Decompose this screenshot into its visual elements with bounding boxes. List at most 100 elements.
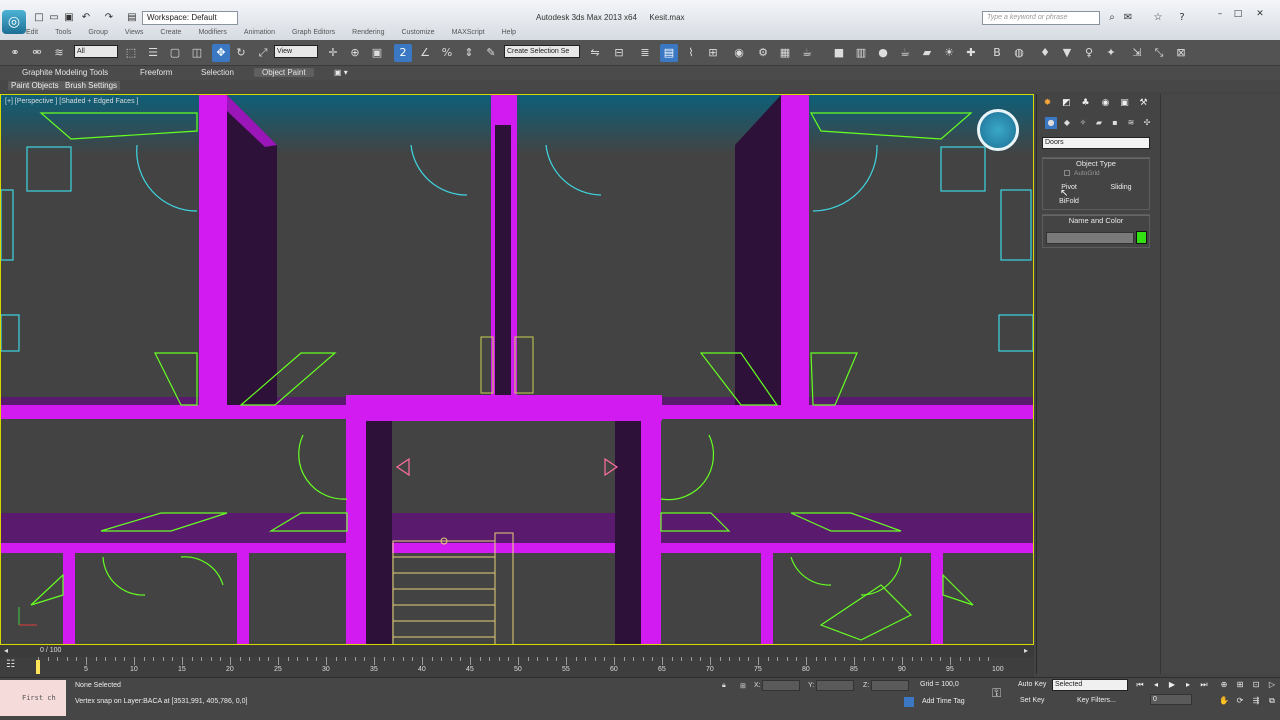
percent-snap-icon[interactable]: % xyxy=(438,44,456,62)
app-logo-icon[interactable]: ◎ xyxy=(2,10,26,34)
wand-icon[interactable]: ✦ xyxy=(1102,44,1120,62)
bifold-door-button[interactable]: BiFold xyxy=(1046,196,1092,207)
pivot-center-icon[interactable]: ⊕ xyxy=(346,44,364,62)
search-icon[interactable]: ⌕ xyxy=(1106,12,1118,24)
time-tag-icon[interactable] xyxy=(904,697,914,707)
render-layers-icon[interactable]: ◍ xyxy=(1010,44,1028,62)
ribbon-options-icon[interactable]: ▣ ▾ xyxy=(334,68,348,77)
orbit-icon[interactable]: ⟳ xyxy=(1234,695,1246,707)
menu-item-modifiers[interactable]: Modifiers xyxy=(198,29,226,36)
bind-spacewarp-icon[interactable]: ≋ xyxy=(50,44,68,62)
menu-item-maxscript[interactable]: MAXScript xyxy=(452,29,485,36)
goto-start-icon[interactable]: ⏮ xyxy=(1134,679,1146,691)
play-icon[interactable]: ▶ xyxy=(1166,679,1178,691)
sphere-icon[interactable]: ● xyxy=(874,44,892,62)
maximize-icon[interactable]: □ xyxy=(1230,8,1246,20)
motion-tab-icon[interactable]: ◉ xyxy=(1099,97,1112,110)
menu-item-help[interactable]: Help xyxy=(502,29,516,36)
rendered-frame-icon[interactable]: ▦ xyxy=(776,44,794,62)
menu-item-group[interactable]: Group xyxy=(88,29,107,36)
menu-item-animation[interactable]: Animation xyxy=(244,29,275,36)
window-crossing-icon[interactable]: ◫ xyxy=(188,44,206,62)
menu-item-graph-editors[interactable]: Graph Editors xyxy=(292,29,335,36)
time-slider[interactable]: ◂ 0 / 100 ▸ xyxy=(0,645,1034,657)
set-key-button[interactable]: Set Key xyxy=(1020,697,1045,704)
menu-item-tools[interactable]: Tools xyxy=(55,29,71,36)
redo-icon[interactable]: ↷ xyxy=(103,12,115,24)
key-mode-select[interactable]: Selected xyxy=(1052,679,1128,691)
cameras-icon[interactable]: ▰ xyxy=(1093,117,1105,129)
maximize-viewport-icon[interactable]: ⊠ xyxy=(1172,44,1190,62)
modify-tab-icon[interactable]: ◩ xyxy=(1060,97,1073,110)
new-file-icon[interactable]: □ xyxy=(33,12,45,24)
object-color-swatch[interactable] xyxy=(1136,231,1147,244)
key-icon[interactable]: ⚿ xyxy=(992,686,1001,701)
graphite-toggle-icon[interactable]: ▤ xyxy=(660,44,678,62)
tab-freeform[interactable]: Freeform xyxy=(140,68,172,77)
help-icon[interactable]: ? xyxy=(1176,12,1188,24)
open-file-icon[interactable]: ▭ xyxy=(48,12,60,24)
mini-curve-editor-icon[interactable]: ☷ xyxy=(6,659,15,670)
next-frame-icon[interactable]: ▸ xyxy=(1182,679,1194,691)
x-coordinate-field[interactable] xyxy=(762,680,800,691)
camera-icon[interactable]: ▰ xyxy=(918,44,936,62)
spinner-snap-icon[interactable]: ⇕ xyxy=(460,44,478,62)
paint-objects-button[interactable]: Paint Objects xyxy=(8,81,62,90)
category-select[interactable]: Doors xyxy=(1042,137,1150,149)
menu-item-create[interactable]: Create xyxy=(160,29,181,36)
schematic-view-icon[interactable]: ⊞ xyxy=(704,44,722,62)
close-icon[interactable]: ✕ xyxy=(1252,8,1268,20)
zoom-icon[interactable]: ⊕ xyxy=(1218,679,1230,691)
viewcube-icon[interactable] xyxy=(977,109,1019,151)
menu-item-edit[interactable]: Edit xyxy=(26,29,38,36)
angle-snap-icon[interactable]: ∠ xyxy=(416,44,434,62)
y-coordinate-field[interactable] xyxy=(816,680,854,691)
utilities-tab-icon[interactable]: ⚒ xyxy=(1137,97,1150,110)
shirt-icon[interactable]: ▼ xyxy=(1058,44,1076,62)
render-setup-icon[interactable]: ⚙ xyxy=(754,44,772,62)
name-and-color-title[interactable]: Name and Color xyxy=(1042,215,1150,225)
hierarchy-tab-icon[interactable]: ♣ xyxy=(1079,97,1092,110)
menu-item-views[interactable]: Views xyxy=(125,29,144,36)
spacewarps-icon[interactable]: ≋ xyxy=(1125,117,1137,129)
lights-icon[interactable]: ✧ xyxy=(1077,117,1089,129)
display-tab-icon[interactable]: ▣ xyxy=(1118,97,1131,110)
reference-coordinate-select[interactable]: View xyxy=(274,45,318,58)
shapes-icon[interactable]: ◆ xyxy=(1061,117,1073,129)
edit-named-selection-icon[interactable]: ✎ xyxy=(482,44,500,62)
help-search-input[interactable]: Type a keyword or phrase xyxy=(982,11,1100,25)
z-coordinate-field[interactable] xyxy=(871,680,909,691)
minimize-icon[interactable]: – xyxy=(1212,8,1228,20)
character-icon[interactable]: ♀ xyxy=(1080,44,1098,62)
cylinder-icon[interactable]: ▥ xyxy=(852,44,870,62)
geometry-icon[interactable]: ● xyxy=(1045,117,1057,129)
maxscript-listener[interactable]: First ch xyxy=(0,680,66,716)
named-selection-input[interactable]: Create Selection Se xyxy=(504,45,580,58)
zoom-all-icon[interactable]: ⊞ xyxy=(1234,679,1246,691)
walk-through-icon[interactable]: ⇶ xyxy=(1250,695,1262,707)
zoom-extents-icon[interactable]: ⊡ xyxy=(1250,679,1262,691)
snaps-toggle-icon[interactable]: 2 xyxy=(394,44,412,62)
perspective-viewport[interactable]: [+] [Perspective ] [Shaded + Edged Faces… xyxy=(0,94,1034,645)
lock-icon[interactable]: 🔒︎ xyxy=(722,682,726,690)
helper-icon[interactable]: ✚ xyxy=(962,44,980,62)
slider-left-icon[interactable]: ◂ xyxy=(4,646,8,655)
menu-item-rendering[interactable]: Rendering xyxy=(352,29,384,36)
select-rotate-icon[interactable]: ↻ xyxy=(232,44,250,62)
add-time-tag-button[interactable]: Add Time Tag xyxy=(922,698,965,705)
keyboard-shortcut-icon[interactable]: ▣ xyxy=(368,44,386,62)
pan-icon[interactable]: ✋ xyxy=(1218,695,1230,707)
track-bar[interactable]: ☷ 05101520253035404550556065707580859095… xyxy=(0,657,1034,677)
tab-object-paint[interactable]: Object Paint xyxy=(254,68,314,77)
curve-editor-icon[interactable]: ⌇ xyxy=(682,44,700,62)
undo-icon[interactable]: ↶ xyxy=(80,12,92,24)
project-folder-icon[interactable]: ▤ xyxy=(126,12,138,24)
autogrid-checkbox[interactable]: AutoGrid xyxy=(1064,170,1100,177)
create-tab-icon[interactable]: ✸ xyxy=(1041,97,1054,110)
tab-graphite-modeling-tools[interactable]: Graphite Modeling Tools xyxy=(22,68,108,77)
workspace-select[interactable]: Workspace: Default xyxy=(142,11,238,25)
select-object-icon[interactable]: ⬚ xyxy=(122,44,140,62)
transform-mode-icon[interactable]: ⊞ xyxy=(740,682,746,690)
helpers-icon[interactable]: ▪ xyxy=(1109,117,1121,129)
rectangle-selection-icon[interactable]: ▢ xyxy=(166,44,184,62)
